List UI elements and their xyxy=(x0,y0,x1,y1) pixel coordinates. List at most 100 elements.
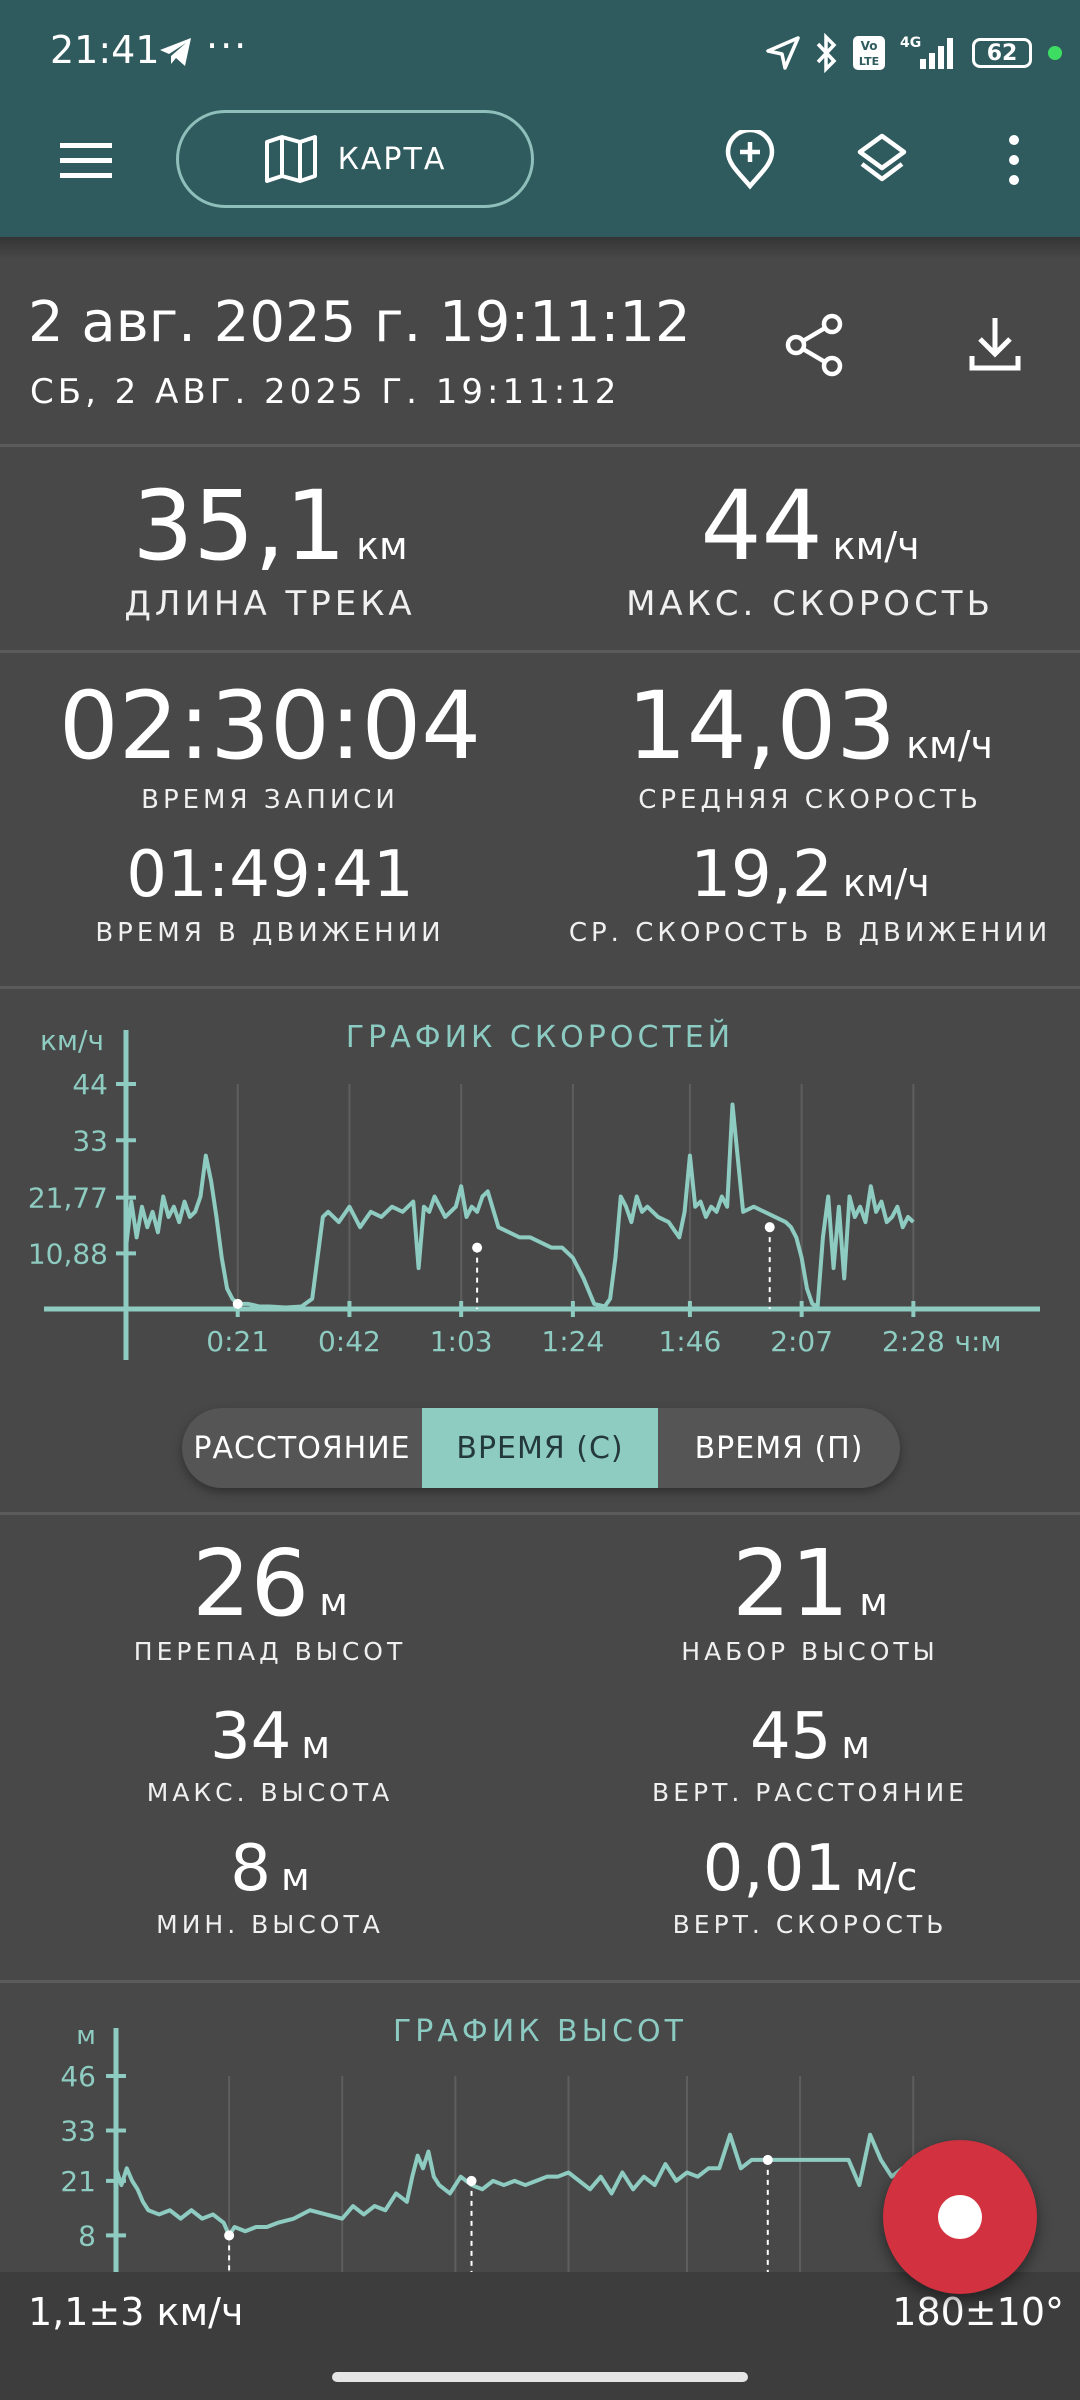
elevation-drop-unit: м xyxy=(319,1580,348,1624)
speed-x-tick-label: 1:46 xyxy=(658,1325,721,1358)
speed-x-tick-label: 1:03 xyxy=(430,1325,493,1358)
elevation-gain-stat: 21 м НАБОР ВЫСОТЫ xyxy=(540,1530,1080,1666)
elevation-gain-label: НАБОР ВЫСОТЫ xyxy=(681,1637,939,1666)
speed-marker-dot xyxy=(764,1222,775,1233)
elevation-y-axis-label: м xyxy=(76,2021,96,2051)
max-speed-value: 44 xyxy=(700,470,823,582)
vert-distance-stat: 45 м ВЕРТ. РАССТОЯНИЕ xyxy=(540,1700,1080,1807)
location-arrow-icon xyxy=(766,36,800,70)
speed-y-tick-label: 44 xyxy=(72,1068,108,1101)
elevation-marker-dot xyxy=(762,2154,773,2165)
volte-icon: Vo LTE xyxy=(853,36,885,70)
svg-text:Vo: Vo xyxy=(861,39,878,53)
elevation-gain-unit: м xyxy=(859,1580,888,1624)
status-bar: 21:41 ··· Vo LTE 4G 62 xyxy=(0,0,1080,105)
speed-y-tick-label: 10,88 xyxy=(28,1237,108,1270)
map-button-label: КАРТА xyxy=(337,141,447,177)
elevation-drop-label: ПЕРЕПАД ВЫСОТ xyxy=(133,1637,407,1666)
vert-speed-value: 0,01 xyxy=(702,1832,846,1906)
track-length-unit: км xyxy=(356,524,408,568)
chart-mode-toggle: РАССТОЯНИЕ ВРЕМЯ (С) ВРЕМЯ (П) xyxy=(182,1408,900,1488)
track-length-label: ДЛИНА ТРЕКА xyxy=(124,584,416,624)
max-elevation-stat: 34 м МАКС. ВЫСОТА xyxy=(0,1700,540,1807)
elevation-y-tick-label: 33 xyxy=(60,2115,96,2148)
vert-speed-stat: 0,01 м/с ВЕРТ. СКОРОСТЬ xyxy=(540,1832,1080,1939)
top-app-bar: 21:41 ··· Vo LTE 4G 62 КАРТА xyxy=(0,0,1080,237)
elevation-y-tick-label: 21 xyxy=(60,2165,96,2198)
elevation-drop-value: 26 xyxy=(192,1530,310,1637)
divider xyxy=(0,986,1080,989)
min-elevation-value: 8 xyxy=(230,1832,272,1906)
download-icon[interactable] xyxy=(962,312,1028,378)
more-options-icon[interactable] xyxy=(990,130,1038,190)
vert-distance-label: ВЕРТ. РАССТОЯНИЕ xyxy=(652,1778,968,1807)
min-elevation-stat: 8м МИН. ВЫСОТА xyxy=(0,1832,540,1939)
vert-distance-value: 45 xyxy=(749,1700,832,1774)
elevation-y-tick-label: 46 xyxy=(60,2060,96,2093)
moving-avg-speed-unit: км/ч xyxy=(842,861,930,905)
speed-series-line xyxy=(124,1102,915,1310)
app-toolbar: КАРТА xyxy=(0,110,1080,215)
elevation-marker-dot xyxy=(224,2230,235,2241)
battery-icon: 62 xyxy=(972,38,1032,68)
moving-avg-speed-value: 19,2 xyxy=(690,838,833,912)
vert-speed-unit: м/с xyxy=(855,1855,918,1899)
toggle-time-p[interactable]: ВРЕМЯ (П) xyxy=(658,1408,900,1488)
elevation-series-line xyxy=(114,2132,915,2238)
map-icon xyxy=(264,135,317,183)
min-elevation-label: МИН. ВЫСОТА xyxy=(156,1910,384,1939)
more-notifications-icon: ··· xyxy=(206,24,249,68)
speed-x-tick-label: 2:07 xyxy=(770,1325,833,1358)
speed-x-tick-label: 0:42 xyxy=(318,1325,381,1358)
avg-speed-label: СРЕДНЯЯ СКОРОСТЬ xyxy=(638,785,982,815)
camera-indicator-dot xyxy=(1048,46,1062,60)
speed-x-tick-label: 1:24 xyxy=(541,1325,604,1358)
moving-avg-speed-stat: 19,2 км/ч СР. СКОРОСТЬ В ДВИЖЕНИИ xyxy=(540,838,1080,948)
track-length-value: 35,1 xyxy=(132,470,347,582)
record-time-label: ВРЕМЯ ЗАПИСИ xyxy=(141,785,399,815)
speed-marker-dot xyxy=(232,1298,243,1309)
max-speed-stat: 44 км/ч МАКС. СКОРОСТЬ xyxy=(540,470,1080,624)
moving-time-label: ВРЕМЯ В ДВИЖЕНИИ xyxy=(95,918,445,948)
vert-distance-unit: м xyxy=(841,1723,871,1767)
divider xyxy=(0,1980,1080,1983)
svg-text:LTE: LTE xyxy=(859,55,879,68)
max-elevation-unit: м xyxy=(301,1723,331,1767)
home-indicator[interactable] xyxy=(332,2372,748,2382)
elevation-gain-value: 21 xyxy=(732,1530,850,1637)
network-type-label: 4G xyxy=(900,35,921,51)
speed-x-tick-label: 0:21 xyxy=(206,1325,269,1358)
max-elevation-label: МАКС. ВЫСОТА xyxy=(146,1778,394,1807)
speed-x-axis-label: ч:м xyxy=(954,1325,1001,1358)
speed-y-tick-label: 21,77 xyxy=(28,1182,108,1215)
speed-chart[interactable]: 10,88 21,77 33 44 км/ч 0:21 0:42 1:03 1:24 1:46 2:… xyxy=(0,1000,1080,1370)
avg-speed-value: 14,03 xyxy=(627,672,897,781)
toggle-distance[interactable]: РАССТОЯНИЕ xyxy=(182,1408,422,1488)
record-button[interactable] xyxy=(883,2140,1037,2294)
speed-marker-dot xyxy=(472,1242,483,1253)
gps-speed-readout: 1,1±3 км/ч xyxy=(28,2290,244,2334)
moving-time-value: 01:49:41 xyxy=(126,838,414,912)
signal-icon: 4G xyxy=(900,35,953,69)
elevation-marker-dot xyxy=(466,2175,477,2186)
layers-icon[interactable] xyxy=(852,130,912,190)
min-elevation-unit: м xyxy=(281,1855,310,1899)
avg-speed-unit: км/ч xyxy=(906,723,993,767)
share-icon[interactable] xyxy=(782,312,848,378)
track-length-stat: 35,1 км ДЛИНА ТРЕКА xyxy=(0,470,540,624)
speed-x-tick-label: 2:28 xyxy=(882,1325,945,1358)
status-time: 21:41 xyxy=(50,28,160,72)
status-icons: Vo LTE 4G 62 xyxy=(764,30,1062,76)
bluetooth-icon xyxy=(816,33,837,73)
add-waypoint-icon[interactable] xyxy=(720,130,780,190)
map-button[interactable]: КАРТА xyxy=(176,110,534,208)
speed-y-tick-label: 33 xyxy=(72,1124,108,1157)
menu-icon[interactable] xyxy=(58,140,114,182)
toggle-time-c[interactable]: ВРЕМЯ (С) xyxy=(422,1408,658,1488)
divider xyxy=(0,1512,1080,1515)
telegram-icon xyxy=(160,38,191,66)
track-date-subtitle: СБ, 2 АВГ. 2025 Г. 19:11:12 xyxy=(30,372,621,412)
divider xyxy=(0,444,1080,447)
max-speed-unit: км/ч xyxy=(832,524,920,568)
max-speed-label: МАКС. СКОРОСТЬ xyxy=(626,584,994,624)
